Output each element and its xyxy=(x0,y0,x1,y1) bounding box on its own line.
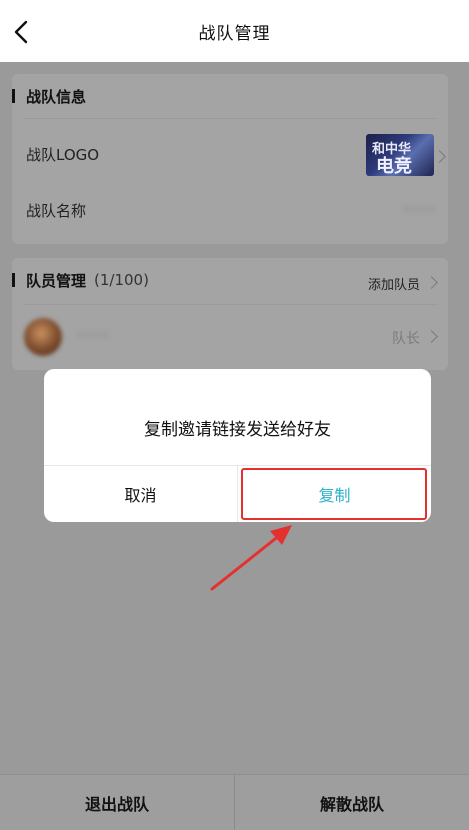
avatar xyxy=(24,318,62,356)
copy-button[interactable]: 复制 xyxy=(238,466,431,522)
member-role: 队长 xyxy=(392,331,420,347)
member-count: (1/100) xyxy=(94,271,149,289)
team-logo-label: 战队LOGO xyxy=(26,146,100,164)
team-info-header: 战队信息 xyxy=(12,74,448,118)
members-title: 队员管理 xyxy=(26,271,87,290)
logo-text-main: 电竞 xyxy=(376,156,412,176)
team-info-card: 战队信息 战队LOGO 和中华 电竞 战队名称 •••• xyxy=(12,74,448,244)
team-logo-image[interactable]: 和中华 电竞 xyxy=(366,134,434,176)
leave-team-button[interactable]: 退出战队 xyxy=(0,775,234,830)
invite-dialog: 复制邀请链接发送给好友 取消 复制 xyxy=(44,369,431,522)
team-info-title: 战队信息 xyxy=(26,87,87,106)
team-name-value[interactable]: •••• xyxy=(403,202,436,218)
disband-team-button[interactable]: 解散战队 xyxy=(235,775,469,830)
add-member-button[interactable]: 添加队员 xyxy=(368,274,420,293)
section-marker xyxy=(12,273,15,287)
member-name: •••• xyxy=(76,328,110,344)
cancel-button[interactable]: 取消 xyxy=(44,466,237,522)
chevron-left-icon[interactable] xyxy=(10,18,34,46)
members-card: 队员管理 (1/100) 添加队员 •••• 队长 xyxy=(12,258,448,370)
dialog-message: 复制邀请链接发送给好友 xyxy=(144,420,331,440)
section-marker xyxy=(12,89,15,103)
top-nav-bar: 战队管理 xyxy=(0,0,469,62)
divider xyxy=(24,304,438,305)
bottom-action-bar: 退出战队 解散战队 xyxy=(0,774,469,830)
annotation-arrow-icon xyxy=(210,525,292,591)
chevron-right-icon xyxy=(425,330,438,343)
team-name-label: 战队名称 xyxy=(26,202,87,220)
page-title: 战队管理 xyxy=(198,23,271,44)
chevron-right-icon[interactable] xyxy=(433,150,446,163)
divider xyxy=(24,118,438,119)
